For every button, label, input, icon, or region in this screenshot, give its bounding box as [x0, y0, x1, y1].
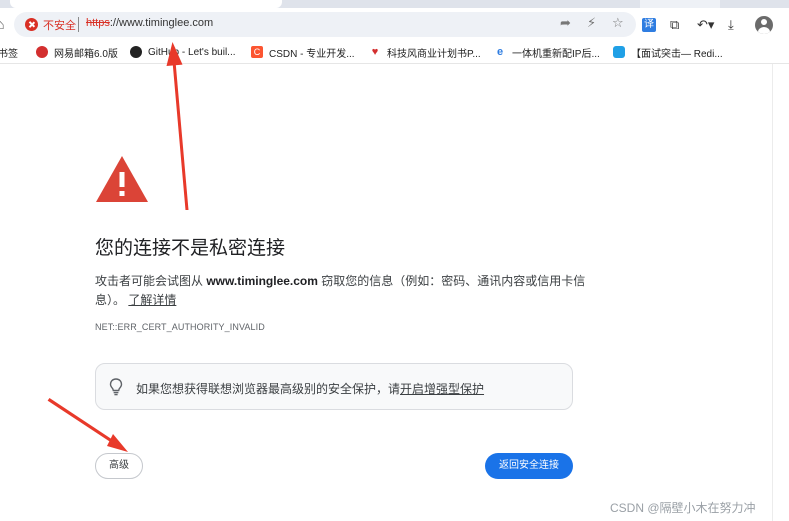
not-secure-icon[interactable]: [25, 18, 38, 31]
bookmark-item[interactable]: ♥ 科技风商业计划书P...: [369, 44, 481, 60]
bookmark-label: 【面试突击— Redi...: [631, 48, 723, 60]
bookmark-label: 书签: [0, 48, 18, 60]
learn-more-link[interactable]: 了解详情: [128, 293, 176, 307]
bilibili-icon: [613, 46, 625, 58]
github-icon: [130, 46, 142, 58]
share-icon[interactable]: ➦: [560, 15, 571, 31]
bookmark-label: 科技风商业计划书P...: [387, 48, 481, 60]
protection-prompt: 如果您想获得联想浏览器最高级别的安全保护，请: [136, 382, 401, 396]
bookmark-item[interactable]: 网易邮箱6.0版: [36, 44, 118, 60]
page-title: 您的连接不是私密连接: [95, 237, 286, 259]
bookmark-item[interactable]: e 一体机重新配IP后...: [494, 44, 600, 60]
extensions-icon[interactable]: ⧉: [670, 16, 679, 34]
lightbulb-icon: [109, 378, 123, 396]
bookmark-label: 一体机重新配IP后...: [512, 48, 600, 60]
toolbar-divider: [0, 63, 789, 64]
security-label[interactable]: 不安全: [43, 17, 76, 33]
browser-toolbar: ⌂ 不安全 https://www.timinglee.com ➦ ⚡ ☆ 译 …: [0, 8, 789, 41]
inactive-tab[interactable]: [640, 0, 720, 8]
lightning-icon[interactable]: ⚡: [587, 15, 596, 31]
bookmarks-bar: 书签 网易邮箱6.0版 GitHub - Let's buil... C CSD…: [0, 41, 789, 63]
url-scheme: https: [86, 17, 110, 29]
watermark: CSDN @隔壁小木在努力冲: [610, 501, 756, 515]
home-icon[interactable]: ⌂: [0, 16, 8, 32]
protection-text: 如果您想获得联想浏览器最高级别的安全保护，请开启增强型保护: [136, 380, 484, 397]
back-history-icon[interactable]: ↶▾: [697, 16, 714, 34]
error-description: 攻击者可能会试图从 www.timinglee.com 窃取您的信息（例如：密码…: [95, 272, 595, 310]
profile-avatar[interactable]: [755, 16, 773, 34]
bookmark-label: 网易邮箱6.0版: [54, 48, 118, 60]
bookmark-item[interactable]: 书签: [0, 44, 18, 60]
ie-logo-icon: e: [494, 46, 506, 58]
back-to-safety-button[interactable]: 返回安全连接: [485, 453, 573, 479]
download-icon[interactable]: ⤓: [728, 16, 734, 34]
scrollbar-track[interactable]: [772, 64, 773, 521]
annotation-overlay: [47, 42, 189, 452]
address-bar[interactable]: 不安全 https://www.timinglee.com ➦ ⚡ ☆: [14, 12, 636, 37]
description-domain: www.timinglee.com: [206, 274, 318, 288]
tab-strip: [0, 0, 789, 8]
bookmark-label: CSDN - 专业开发...: [269, 48, 355, 60]
enable-enhanced-protection-link[interactable]: 开启增强型保护: [400, 382, 484, 396]
url-text[interactable]: https://www.timinglee.com: [86, 17, 213, 29]
annotation-arrow-up: [166, 42, 189, 210]
description-prefix: 攻击者可能会试图从: [95, 274, 207, 288]
heart-logo-icon: ♥: [369, 46, 381, 58]
netease-mail-icon: [36, 46, 48, 58]
translate-icon[interactable]: 译: [642, 18, 656, 32]
bookmark-item[interactable]: C CSDN - 专业开发...: [251, 44, 355, 60]
active-tab[interactable]: [10, 0, 282, 8]
warning-triangle-icon: [96, 156, 148, 202]
error-code: NET::ERR_CERT_AUTHORITY_INVALID: [95, 322, 265, 332]
bookmark-star-icon[interactable]: ☆: [612, 15, 624, 31]
advanced-button[interactable]: 高级: [95, 453, 143, 479]
url-host: ://www.timinglee.com: [109, 17, 214, 29]
enhanced-protection-banner: 如果您想获得联想浏览器最高级别的安全保护，请开启增强型保护: [95, 363, 573, 410]
omnibox-separator: [78, 17, 79, 32]
bookmark-label: GitHub - Let's buil...: [148, 46, 236, 58]
bookmark-item[interactable]: 【面试突击— Redi...: [613, 44, 723, 60]
csdn-icon: C: [251, 46, 263, 58]
bookmark-item[interactable]: GitHub - Let's buil...: [130, 44, 236, 60]
